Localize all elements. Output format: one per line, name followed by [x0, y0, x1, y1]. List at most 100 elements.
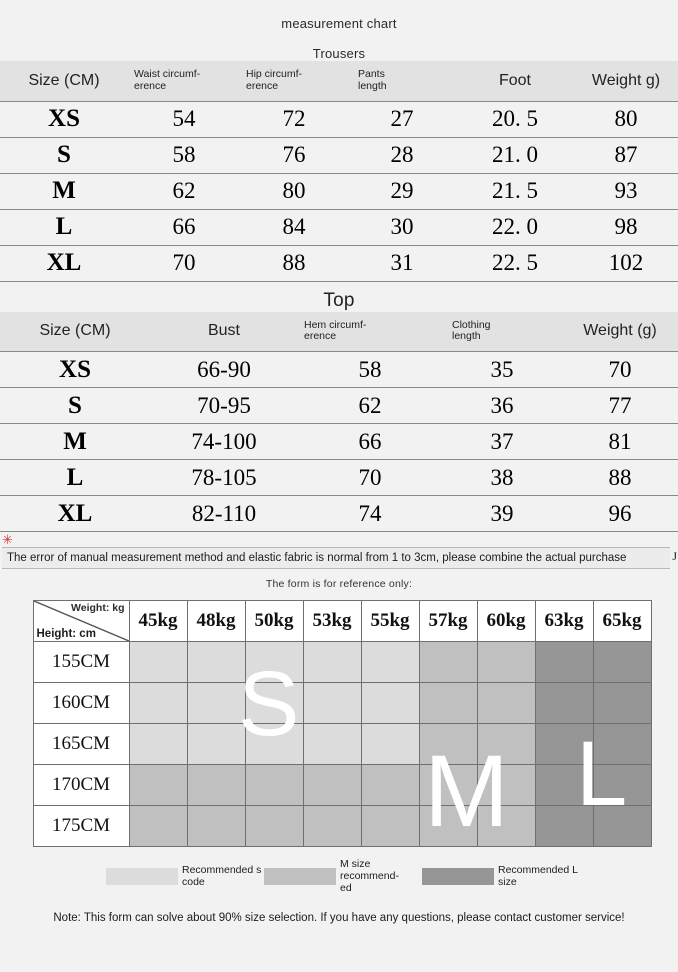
legend-label: M size recommend-ed: [336, 858, 422, 894]
trousers-section-title: Trousers: [312, 46, 366, 61]
matrix-cell-l[interactable]: [592, 723, 652, 765]
top-header-row: Size (CM) Bust Hem circumf- erence Cloth…: [0, 311, 678, 352]
top-cell-weight: 96: [562, 495, 678, 532]
legend-item: M size recommend-ed: [264, 858, 422, 894]
table-row: S 70-95 62 36 77: [0, 387, 678, 424]
matrix-cell-s[interactable]: [186, 682, 246, 724]
matrix-cell-m[interactable]: [244, 764, 304, 806]
top-cell-bust: 66-90: [150, 351, 298, 388]
matrix-cell-s[interactable]: [244, 641, 304, 683]
matrix-cell-s[interactable]: [128, 723, 188, 765]
trousers-table-body: XS 54 72 27 20. 5 80 S 58 76 28 21. 0 87 M 62 80 29 21. …: [0, 100, 678, 282]
legend-item: Recommended Lsize: [422, 864, 580, 888]
trousers-header-foot: Foot: [498, 71, 531, 89]
matrix-cell-m[interactable]: [360, 805, 420, 847]
top-header-weight: Weight (g): [583, 322, 657, 340]
matrix-cell-m[interactable]: [418, 723, 478, 765]
matrix-cell-s[interactable]: [302, 682, 362, 724]
top-cell-length: 38: [442, 459, 562, 496]
top-cell-length: 37: [442, 423, 562, 460]
top-size-label: M: [0, 423, 150, 460]
matrix-cell-l[interactable]: [592, 764, 652, 806]
matrix-cell-m[interactable]: [244, 805, 304, 847]
top-header-hem: Hem circumf- erence: [298, 312, 442, 352]
trousers-header-pants-line2: length: [358, 79, 387, 92]
matrix-cell-l[interactable]: [592, 682, 652, 724]
legend-swatch-l: [422, 867, 494, 885]
matrix-cell-m[interactable]: [418, 764, 478, 806]
matrix-cell-m[interactable]: [476, 723, 536, 765]
legend-label-line1: M size recommend-: [340, 858, 399, 883]
table-row: XL 70 88 31 22. 5 102: [0, 244, 678, 282]
matrix-cell-m[interactable]: [476, 805, 536, 847]
table-row: L 66 84 30 22. 0 98: [0, 208, 678, 245]
matrix-cell-m[interactable]: [186, 764, 246, 806]
matrix-cell-s[interactable]: [302, 641, 362, 683]
matrix-cell-m[interactable]: [476, 764, 536, 806]
matrix-cell-s[interactable]: [186, 641, 246, 683]
top-cell-hem: 58: [298, 351, 442, 388]
matrix-cell-l[interactable]: [534, 682, 594, 724]
matrix-header-row: Weight: kg Height: cm 45kg 48kg 50kg 53kg 55…: [32, 600, 652, 642]
matrix-cell-l[interactable]: [534, 764, 594, 806]
matrix-cell-l[interactable]: [592, 805, 652, 847]
trousers-size-label: M: [0, 172, 128, 209]
height-weight-size-matrix: Weight: kg Height: cm 45kg 48kg 50kg 53kg 55…: [32, 600, 652, 847]
matrix-height-header: 160CM: [32, 682, 130, 724]
footer-note: Note: This form can solve about 90% size…: [53, 912, 625, 925]
trousers-cell-waist: 58: [128, 136, 240, 173]
matrix-cell-s[interactable]: [360, 723, 420, 765]
top-cell-hem: 62: [298, 387, 442, 424]
trousers-cell-weight: 87: [574, 136, 678, 173]
matrix-weight-header: 57kg: [418, 600, 478, 642]
trousers-size-label: S: [0, 136, 128, 173]
matrix-cell-m[interactable]: [360, 764, 420, 806]
trousers-header-waist-line1: Waist circumf-: [134, 68, 201, 80]
matrix-cell-m[interactable]: [476, 682, 536, 724]
matrix-cell-s[interactable]: [360, 641, 420, 683]
corner-height-label: Height: cm: [36, 628, 96, 640]
top-cell-bust: 70-95: [150, 387, 298, 424]
trousers-header-pants-line1: Pants: [358, 68, 385, 80]
matrix-cell-s[interactable]: [302, 723, 362, 765]
matrix-row: 170CM: [32, 764, 652, 806]
matrix-cell-m[interactable]: [186, 805, 246, 847]
trousers-header-pants-length: Pants length: [348, 61, 456, 101]
matrix-cell-m[interactable]: [418, 641, 478, 683]
trousers-cell-length: 30: [348, 208, 456, 245]
matrix-corner-cell: Weight: kg Height: cm: [32, 600, 130, 642]
matrix-cell-s[interactable]: [128, 682, 188, 724]
matrix-cell-s[interactable]: [186, 723, 246, 765]
table-row: L 78-105 70 38 88: [0, 459, 678, 496]
matrix-cell-l[interactable]: [592, 641, 652, 683]
matrix-cell-m[interactable]: [128, 764, 188, 806]
table-row: M 74-100 66 37 81: [0, 423, 678, 460]
legend-label-line1: Recommended s: [182, 864, 262, 877]
corner-inner: Weight: kg Height: cm: [34, 601, 128, 641]
table-row: M 62 80 29 21. 5 93: [0, 172, 678, 209]
matrix-cell-m[interactable]: [128, 805, 188, 847]
matrix-cell-m[interactable]: [476, 641, 536, 683]
matrix-cell-l[interactable]: [534, 805, 594, 847]
matrix-cell-m[interactable]: [418, 805, 478, 847]
matrix-height-header: 165CM: [32, 723, 130, 765]
legend-swatch-m: [264, 867, 336, 885]
trousers-cell-foot: 20. 5: [456, 100, 574, 137]
matrix-cell-s[interactable]: [244, 682, 304, 724]
matrix-cell-s[interactable]: [244, 723, 304, 765]
top-size-label: XS: [0, 351, 150, 388]
trousers-header-row: Size (CM) Waist circumf- erence Hip circ…: [0, 61, 678, 101]
trousers-header-waist-line2: erence: [134, 79, 167, 92]
table-row: XL 82-110 74 39 96: [0, 495, 678, 532]
matrix-cell-s[interactable]: [360, 682, 420, 724]
matrix-cell-m[interactable]: [302, 805, 362, 847]
matrix-cell-m[interactable]: [418, 682, 478, 724]
error-note-clipped-char: J: [672, 549, 677, 563]
trousers-header-hip-line2: erence: [246, 79, 279, 92]
top-cell-bust: 82-110: [150, 495, 298, 532]
trousers-header-waist: Waist circumf- erence: [128, 61, 240, 101]
matrix-cell-s[interactable]: [128, 641, 188, 683]
matrix-cell-l[interactable]: [534, 641, 594, 683]
matrix-cell-m[interactable]: [302, 764, 362, 806]
matrix-cell-l[interactable]: [534, 723, 594, 765]
